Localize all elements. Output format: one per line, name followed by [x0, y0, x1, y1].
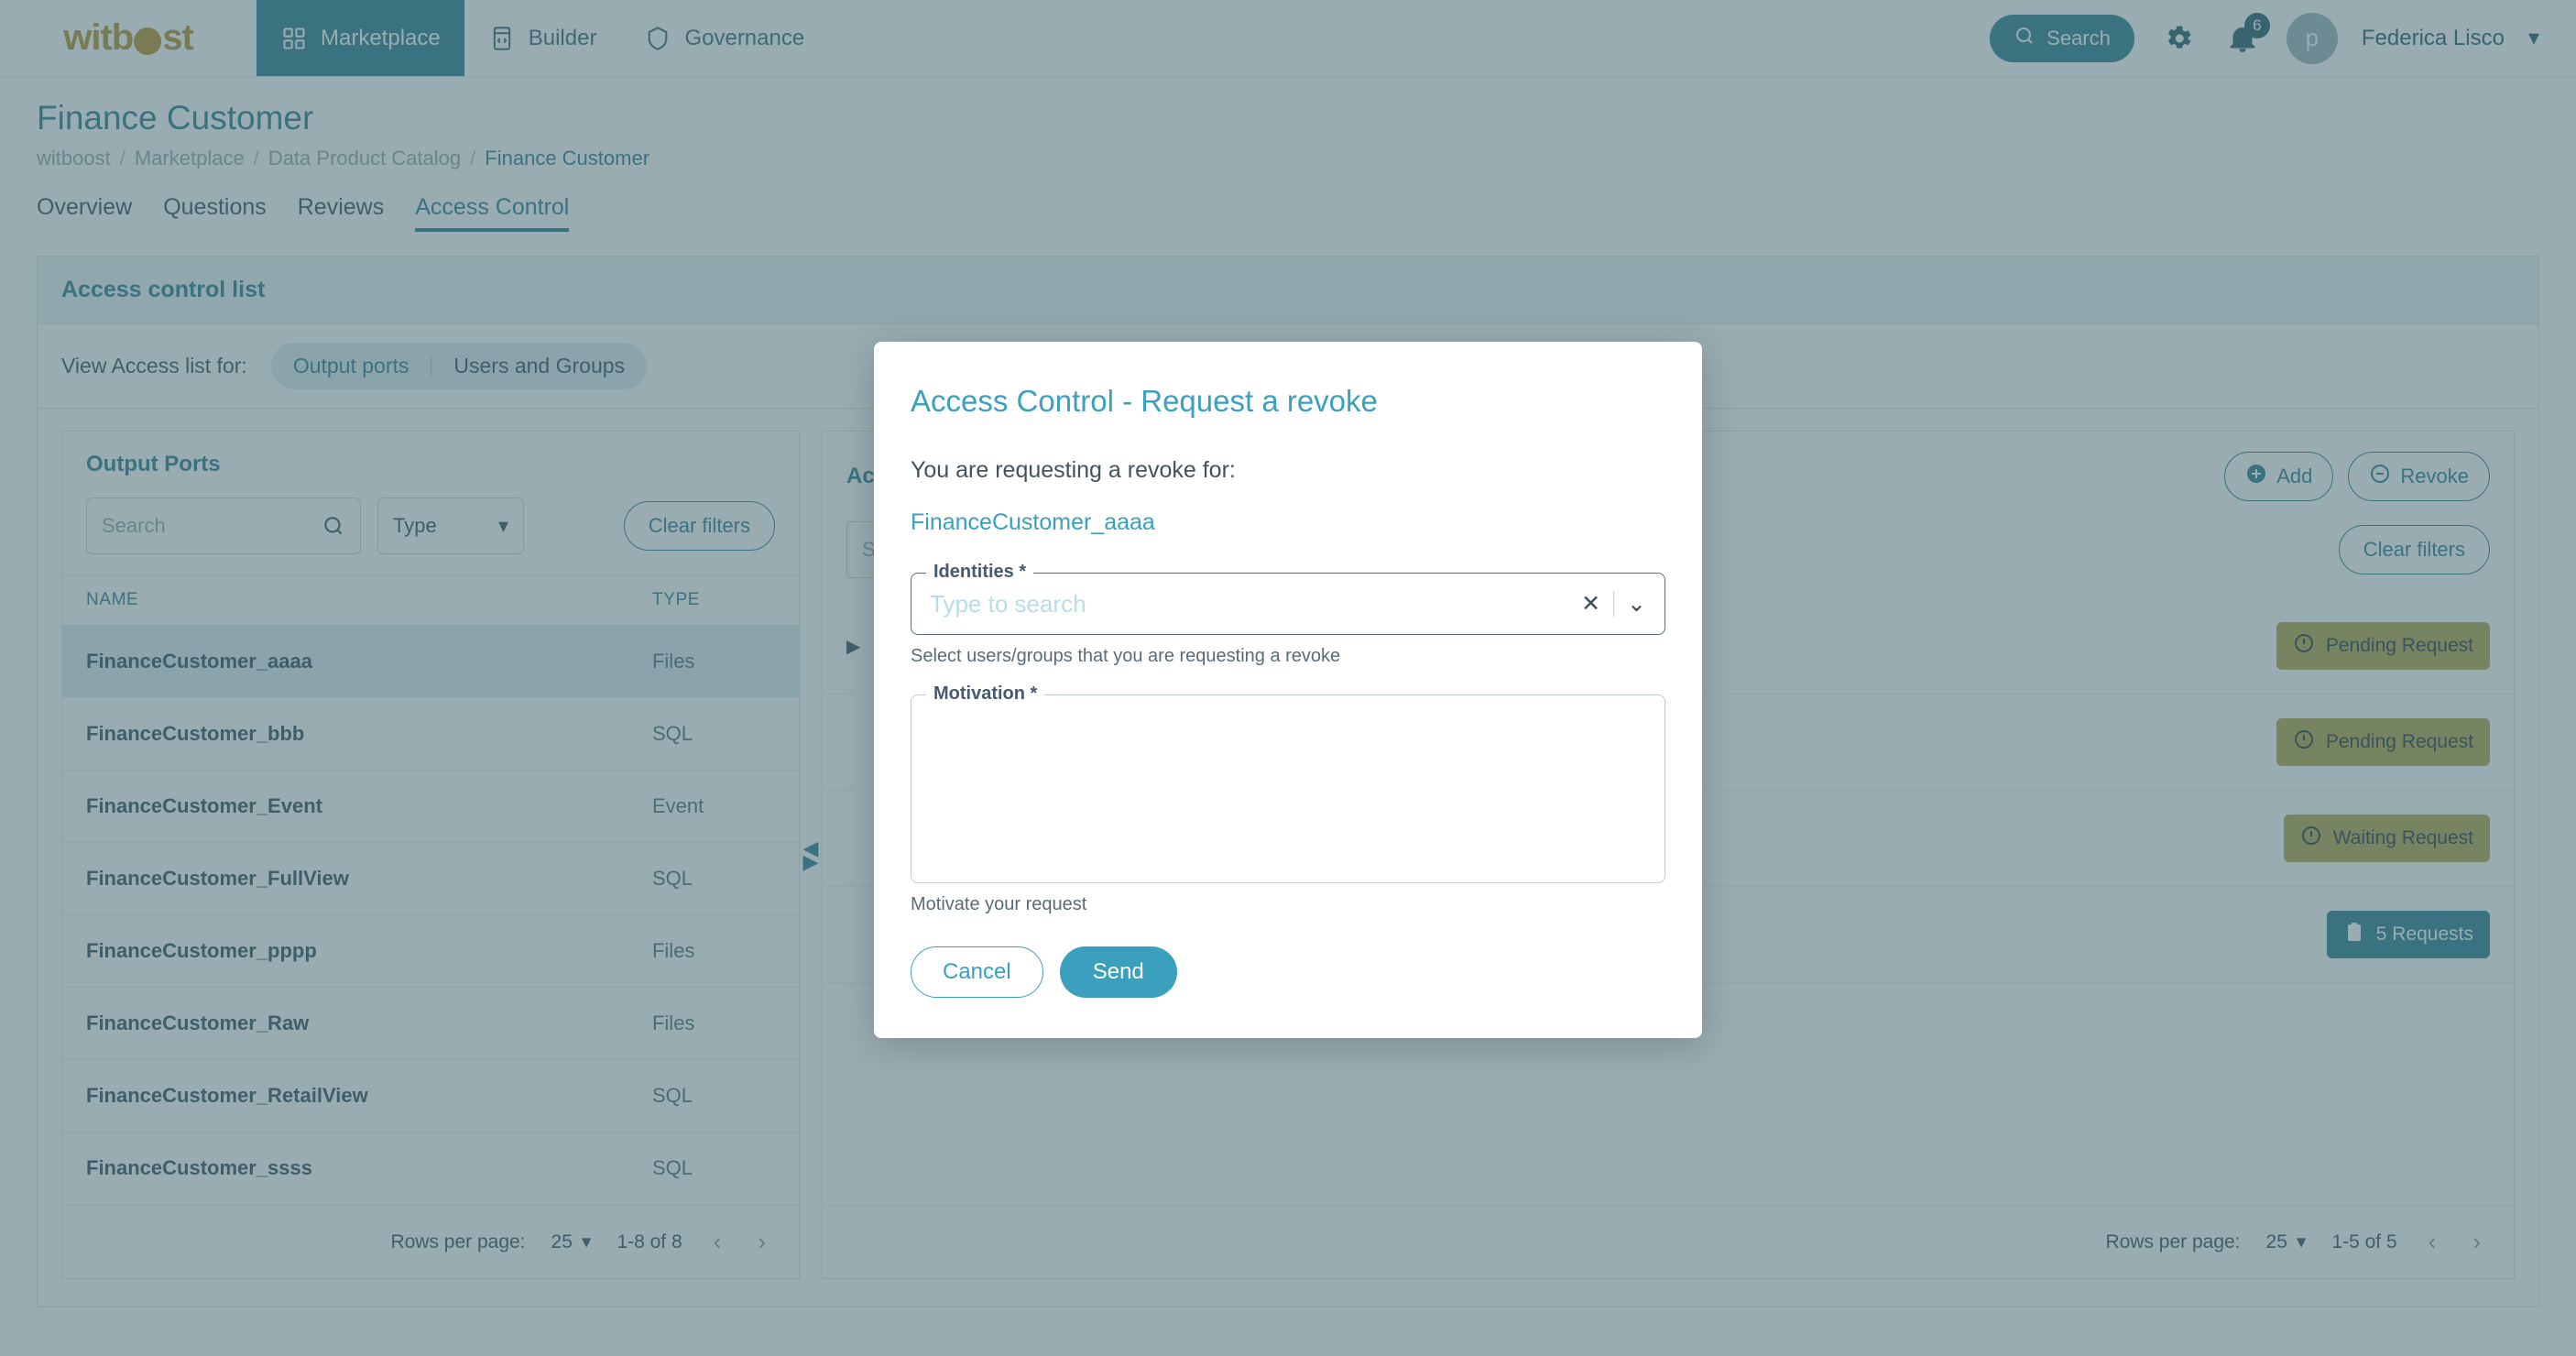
identities-field[interactable]: Identities * ✕ ⌄	[911, 562, 1665, 635]
motivation-field[interactable]: Motivation *	[911, 683, 1665, 883]
chevron-down-icon[interactable]: ⌄	[1627, 592, 1646, 616]
motivation-helper-text: Motivate your request	[911, 894, 1087, 914]
dialog-target-link[interactable]: FinanceCustomer_aaaa	[911, 509, 1665, 536]
identities-helper-text: Select users/groups that you are request…	[911, 646, 1341, 666]
identities-input-row: ✕ ⌄	[930, 574, 1646, 634]
clear-icon[interactable]: ✕	[1581, 592, 1600, 616]
request-revoke-dialog: Access Control - Request a revoke You ar…	[874, 342, 1702, 1038]
identities-adornments: ✕ ⌄	[1581, 591, 1646, 617]
cancel-button[interactable]: Cancel	[911, 946, 1043, 998]
adornment-divider	[1613, 591, 1615, 617]
dialog-title: Access Control - Request a revoke	[911, 384, 1378, 418]
dialog-actions: Cancel Send	[911, 946, 1665, 998]
dialog-lead-text: You are requesting a revoke for:	[911, 457, 1236, 483]
motivation-label: Motivation *	[926, 683, 1045, 705]
motivation-textarea[interactable]	[911, 695, 1665, 882]
identities-label: Identities *	[926, 562, 1034, 583]
send-button[interactable]: Send	[1059, 946, 1177, 998]
identities-input[interactable]	[930, 589, 1582, 618]
